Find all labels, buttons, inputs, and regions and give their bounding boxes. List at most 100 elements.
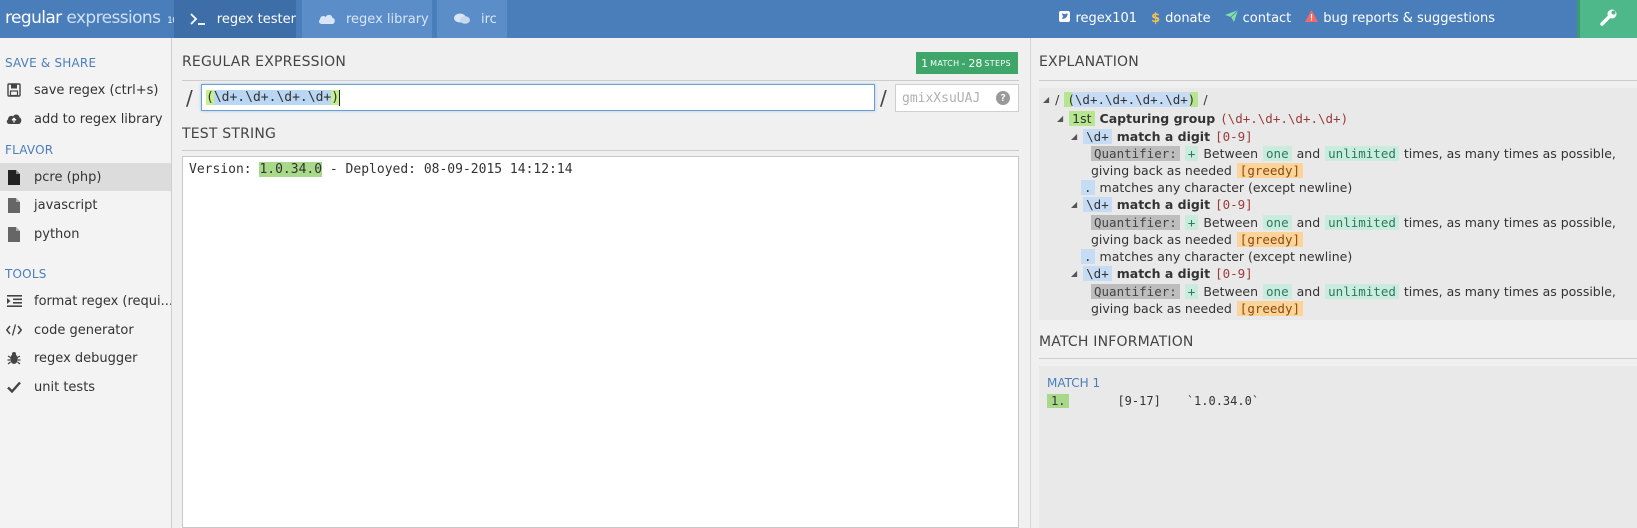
match-title: MATCH 1 [1047, 376, 1101, 390]
cloud-upload-icon [6, 111, 22, 127]
tools-heading: TOOLS [5, 267, 47, 281]
dot-token: . [1081, 249, 1095, 264]
plus-token: + [1184, 146, 1199, 161]
contact-link[interactable]: contact [1224, 9, 1292, 26]
logo-word-2: expressions [66, 8, 161, 28]
match-value: `1.0.34.0` [1186, 394, 1260, 408]
settings-button[interactable] [1577, 0, 1637, 38]
tree-digit-3[interactable]: ◢ \d+ match a digit [0-9] [1071, 265, 1253, 282]
token-greedy: [greedy] [1236, 163, 1304, 178]
tab-regex-tester[interactable]: regex tester [174, 0, 296, 38]
triangle-down-icon: ◢ [1071, 200, 1078, 209]
badge-word-match: MATCH [930, 58, 960, 68]
sidebar: SAVE & SHARE save regex (ctrl+s) add to … [0, 38, 172, 528]
save-regex-item[interactable]: save regex (ctrl+s) [0, 76, 171, 104]
digit-token: \d+ [1083, 197, 1112, 212]
divider [182, 80, 1019, 81]
sidebar-item-label: code generator [34, 322, 134, 338]
token-one: one [1263, 146, 1292, 161]
regex-input[interactable]: (\d+.\d+.\d+.\d+) [201, 84, 875, 111]
greedy-line: giving back as needed [greedy] [1091, 231, 1304, 248]
text-and: and [1296, 146, 1321, 161]
test-string-textarea[interactable]: Version: 1.0.34.0 - Deployed: 08-09-2015… [182, 156, 1019, 528]
regex-delimiter-right: / [880, 86, 887, 110]
flavor-javascript[interactable]: javascript [0, 191, 171, 219]
match-info-heading: MATCH INFORMATION [1039, 334, 1194, 350]
terminal-icon [188, 13, 209, 25]
dollar-icon: $ [1151, 10, 1161, 26]
warning-icon [1305, 10, 1319, 26]
text-caret [339, 89, 341, 106]
save-share-heading: SAVE & SHARE [5, 56, 97, 70]
twitter-link[interactable]: regex101 [1059, 10, 1137, 26]
test-string-heading: TEST STRING [182, 126, 277, 142]
group-ordinal: 1st [1069, 111, 1095, 126]
match-row[interactable]: 1. [9-17] `1.0.34.0` [1047, 394, 1259, 408]
root-slash: / [1055, 92, 1060, 107]
token-one: one [1263, 215, 1292, 230]
regex-body: \d+.\d+.\d+.\d+ [213, 90, 332, 105]
digit-token: \d+ [1083, 129, 1112, 144]
match-count-badge: 1 MATCH - 28 STEPS [916, 52, 1018, 74]
tool-unit-tests[interactable]: unit tests [0, 373, 171, 401]
plus-token: + [1184, 284, 1199, 299]
bug-reports-link[interactable]: bug reports & suggestions [1305, 10, 1495, 26]
floppy-icon [6, 82, 22, 98]
regex-heading: REGULAR EXPRESSION [182, 54, 346, 70]
token-one: one [1263, 284, 1292, 299]
flags-input[interactable]: gmixXsuUAJ ? [895, 84, 1019, 112]
tool-format-regex[interactable]: format regex (requi... [0, 287, 171, 315]
flags-placeholder: gmixXsuUAJ [902, 90, 981, 106]
help-icon[interactable]: ? [996, 91, 1010, 105]
logo-word-1: regular [5, 8, 62, 28]
tree-digit-1[interactable]: ◢ \d+ match a digit [0-9] [1071, 128, 1253, 145]
flavor-heading: FLAVOR [5, 143, 54, 157]
divider [182, 150, 1019, 151]
sidebar-item-label: pcre (php) [34, 169, 102, 185]
digit-range: [0-9] [1215, 266, 1253, 281]
tree-digit-2[interactable]: ◢ \d+ match a digit [0-9] [1071, 196, 1253, 213]
explanation-tree: ◢ / (\d+.\d+.\d+.\d+) / ◢ 1st Capturing … [1039, 88, 1637, 320]
top-bar: regular expressions 101 regex tester reg… [0, 0, 1637, 38]
quantifier-label: Quantifier: [1091, 215, 1180, 230]
badge-count: 1 [921, 56, 929, 70]
add-to-library-item[interactable]: add to regex library [0, 105, 171, 133]
logo[interactable]: regular expressions 101 [5, 8, 183, 28]
flavor-pcre[interactable]: pcre (php) [0, 163, 171, 191]
tree-dot-2[interactable]: . matches any character (except newline) [1081, 248, 1352, 265]
tool-code-generator[interactable]: code generator [0, 316, 171, 344]
regex-close-paren: ) [331, 90, 340, 105]
link-label: contact [1242, 10, 1292, 26]
text-giving-back: giving back as needed [1091, 232, 1232, 247]
tab-regex-library[interactable]: regex library [302, 0, 432, 38]
digit-range: [0-9] [1215, 129, 1253, 144]
donate-link[interactable]: $ donate [1151, 10, 1211, 26]
quantifier-line: Quantifier: + Between one and unlimited … [1091, 214, 1616, 231]
file-icon [6, 197, 22, 213]
divider [1039, 358, 1637, 359]
quantifier-label: Quantifier: [1091, 284, 1180, 299]
plus-token: + [1184, 215, 1199, 230]
test-text-before: Version: [189, 162, 260, 177]
explanation-heading: EXPLANATION [1039, 54, 1139, 70]
root-slash: / [1203, 92, 1208, 107]
tree-group[interactable]: ◢ 1st Capturing group (\d+.\d+.\d+.\d+) [1057, 110, 1348, 127]
link-label: regex101 [1075, 10, 1138, 26]
link-label: donate [1165, 10, 1211, 26]
file-icon [6, 226, 22, 242]
tree-dot-1[interactable]: . matches any character (except newline) [1081, 179, 1352, 196]
tree-root[interactable]: ◢ / (\d+.\d+.\d+.\d+) / [1043, 91, 1208, 108]
wrench-icon [1599, 8, 1618, 30]
tab-irc[interactable]: irc [437, 0, 507, 38]
token-unlimited: unlimited [1325, 284, 1399, 299]
flavor-python[interactable]: python [0, 220, 171, 248]
tool-regex-debugger[interactable]: regex debugger [0, 344, 171, 372]
text-and: and [1296, 215, 1321, 230]
dot-label: matches any character (except newline) [1099, 180, 1353, 195]
root-expression: (\d+.\d+.\d+.\d+) [1064, 92, 1199, 107]
editor-panel: REGULAR EXPRESSION 1 MATCH - 28 STEPS / … [174, 38, 1028, 528]
text-giving-back: giving back as needed [1091, 163, 1232, 178]
match-group-number: 1. [1047, 394, 1070, 408]
divider [1039, 80, 1637, 81]
sidebar-item-label: regex debugger [34, 350, 138, 366]
